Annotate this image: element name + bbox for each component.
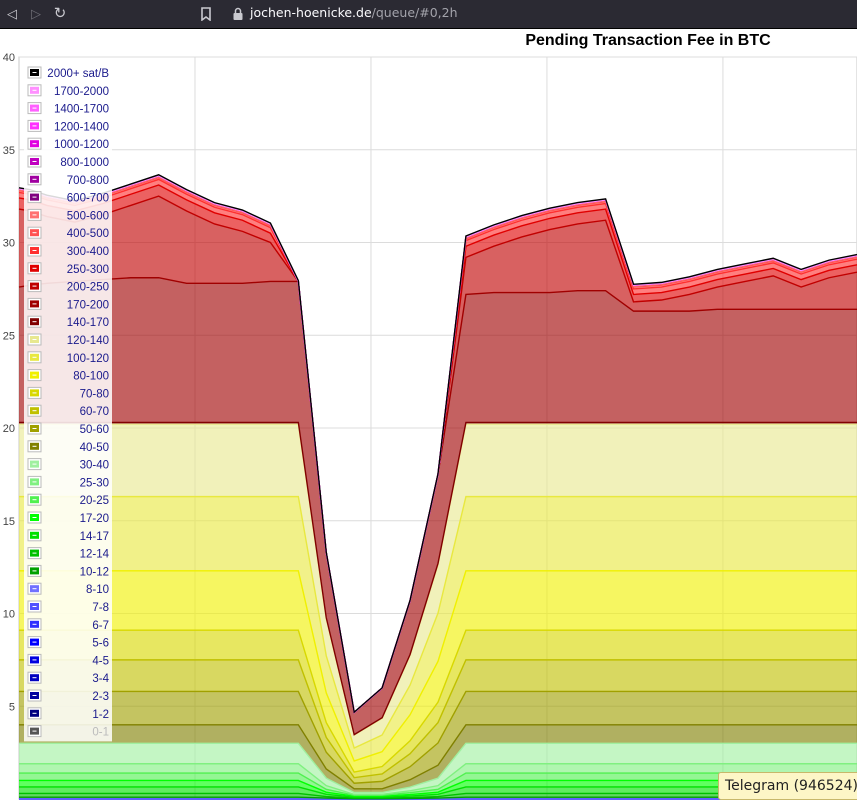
legend-label: 5-6 xyxy=(92,638,109,650)
legend-label: 120-140 xyxy=(67,335,109,347)
legend-label: 6-7 xyxy=(92,620,109,632)
legend-label: 170-200 xyxy=(67,299,109,311)
legend-label: 17-20 xyxy=(80,513,109,525)
reload-icon[interactable]: ↻ xyxy=(50,4,70,24)
url-bar[interactable]: jochen-hoenicke.de/queue/#0,2h xyxy=(250,5,458,20)
back-arrow-icon[interactable]: ◁ xyxy=(2,4,22,24)
legend-label: 70-80 xyxy=(80,388,109,400)
y-tick-label: 40 xyxy=(3,52,15,64)
bookmark-icon[interactable] xyxy=(196,4,216,24)
y-tick-label: 35 xyxy=(3,145,15,157)
lock-icon xyxy=(228,4,248,24)
legend-label: 1400-1700 xyxy=(54,104,109,116)
legend-label: 100-120 xyxy=(67,353,109,365)
legend-label: 400-500 xyxy=(67,228,109,240)
legend-label: 7-8 xyxy=(92,602,109,614)
y-tick-label: 5 xyxy=(9,701,15,713)
legend-label: 300-400 xyxy=(67,246,109,258)
y-tick-label: 20 xyxy=(3,423,15,435)
legend-label: 0-1 xyxy=(92,727,109,739)
url-host: jochen-hoenicke.de xyxy=(250,5,372,20)
browser-toolbar: ◁ ▷ ↻ jochen-hoenicke.de/queue/#0,2h xyxy=(0,0,857,29)
legend-label: 140-170 xyxy=(67,317,109,329)
legend-label: 8-10 xyxy=(86,584,109,596)
legend-label: 250-300 xyxy=(67,264,109,276)
fee-chart: 5 10 15 20 25 30 35 40 Pending Transaction Fee i… xyxy=(0,28,857,800)
legend-label: 25-30 xyxy=(80,477,109,489)
y-tick-label: 30 xyxy=(3,238,15,250)
legend-label: 20-25 xyxy=(80,495,109,507)
legend-label: 3-4 xyxy=(92,673,109,685)
legend-label: 4-5 xyxy=(92,655,109,667)
legend-label: 40-50 xyxy=(80,442,109,454)
legend-label: 1200-1400 xyxy=(54,121,109,133)
y-tick-label: 15 xyxy=(3,516,15,528)
legend-label: 200-250 xyxy=(67,282,109,294)
legend-label: 2000+ sat/B xyxy=(47,68,109,80)
legend-label: 600-700 xyxy=(67,193,109,205)
legend-label: 500-600 xyxy=(67,210,109,222)
legend-label: 12-14 xyxy=(80,549,110,561)
telegram-button[interactable]: Telegram (946524) xyxy=(718,772,857,800)
legend-label: 14-17 xyxy=(80,531,109,543)
legend-label: 30-40 xyxy=(80,460,109,472)
legend-label: 2-3 xyxy=(92,691,109,703)
legend-label: 50-60 xyxy=(80,424,109,436)
legend-label: 1700-2000 xyxy=(54,86,109,98)
legend-label: 700-800 xyxy=(67,175,109,187)
legend-label: 1-2 xyxy=(92,709,109,721)
legend-label: 10-12 xyxy=(80,566,109,578)
legend-label: 800-1000 xyxy=(60,157,109,169)
chart-title: Pending Transaction Fee in BTC xyxy=(525,32,771,49)
legend-label: 80-100 xyxy=(73,371,109,383)
url-path: /queue/#0,2h xyxy=(371,5,458,20)
forward-arrow-icon[interactable]: ▷ xyxy=(26,4,46,24)
legend-label: 60-70 xyxy=(80,406,109,418)
y-tick-label: 10 xyxy=(3,609,15,621)
y-tick-label: 25 xyxy=(3,330,15,342)
chart-svg: 5 10 15 20 25 30 35 40 Pending Transaction Fee i… xyxy=(3,32,857,800)
legend-label: 1000-1200 xyxy=(54,139,109,151)
